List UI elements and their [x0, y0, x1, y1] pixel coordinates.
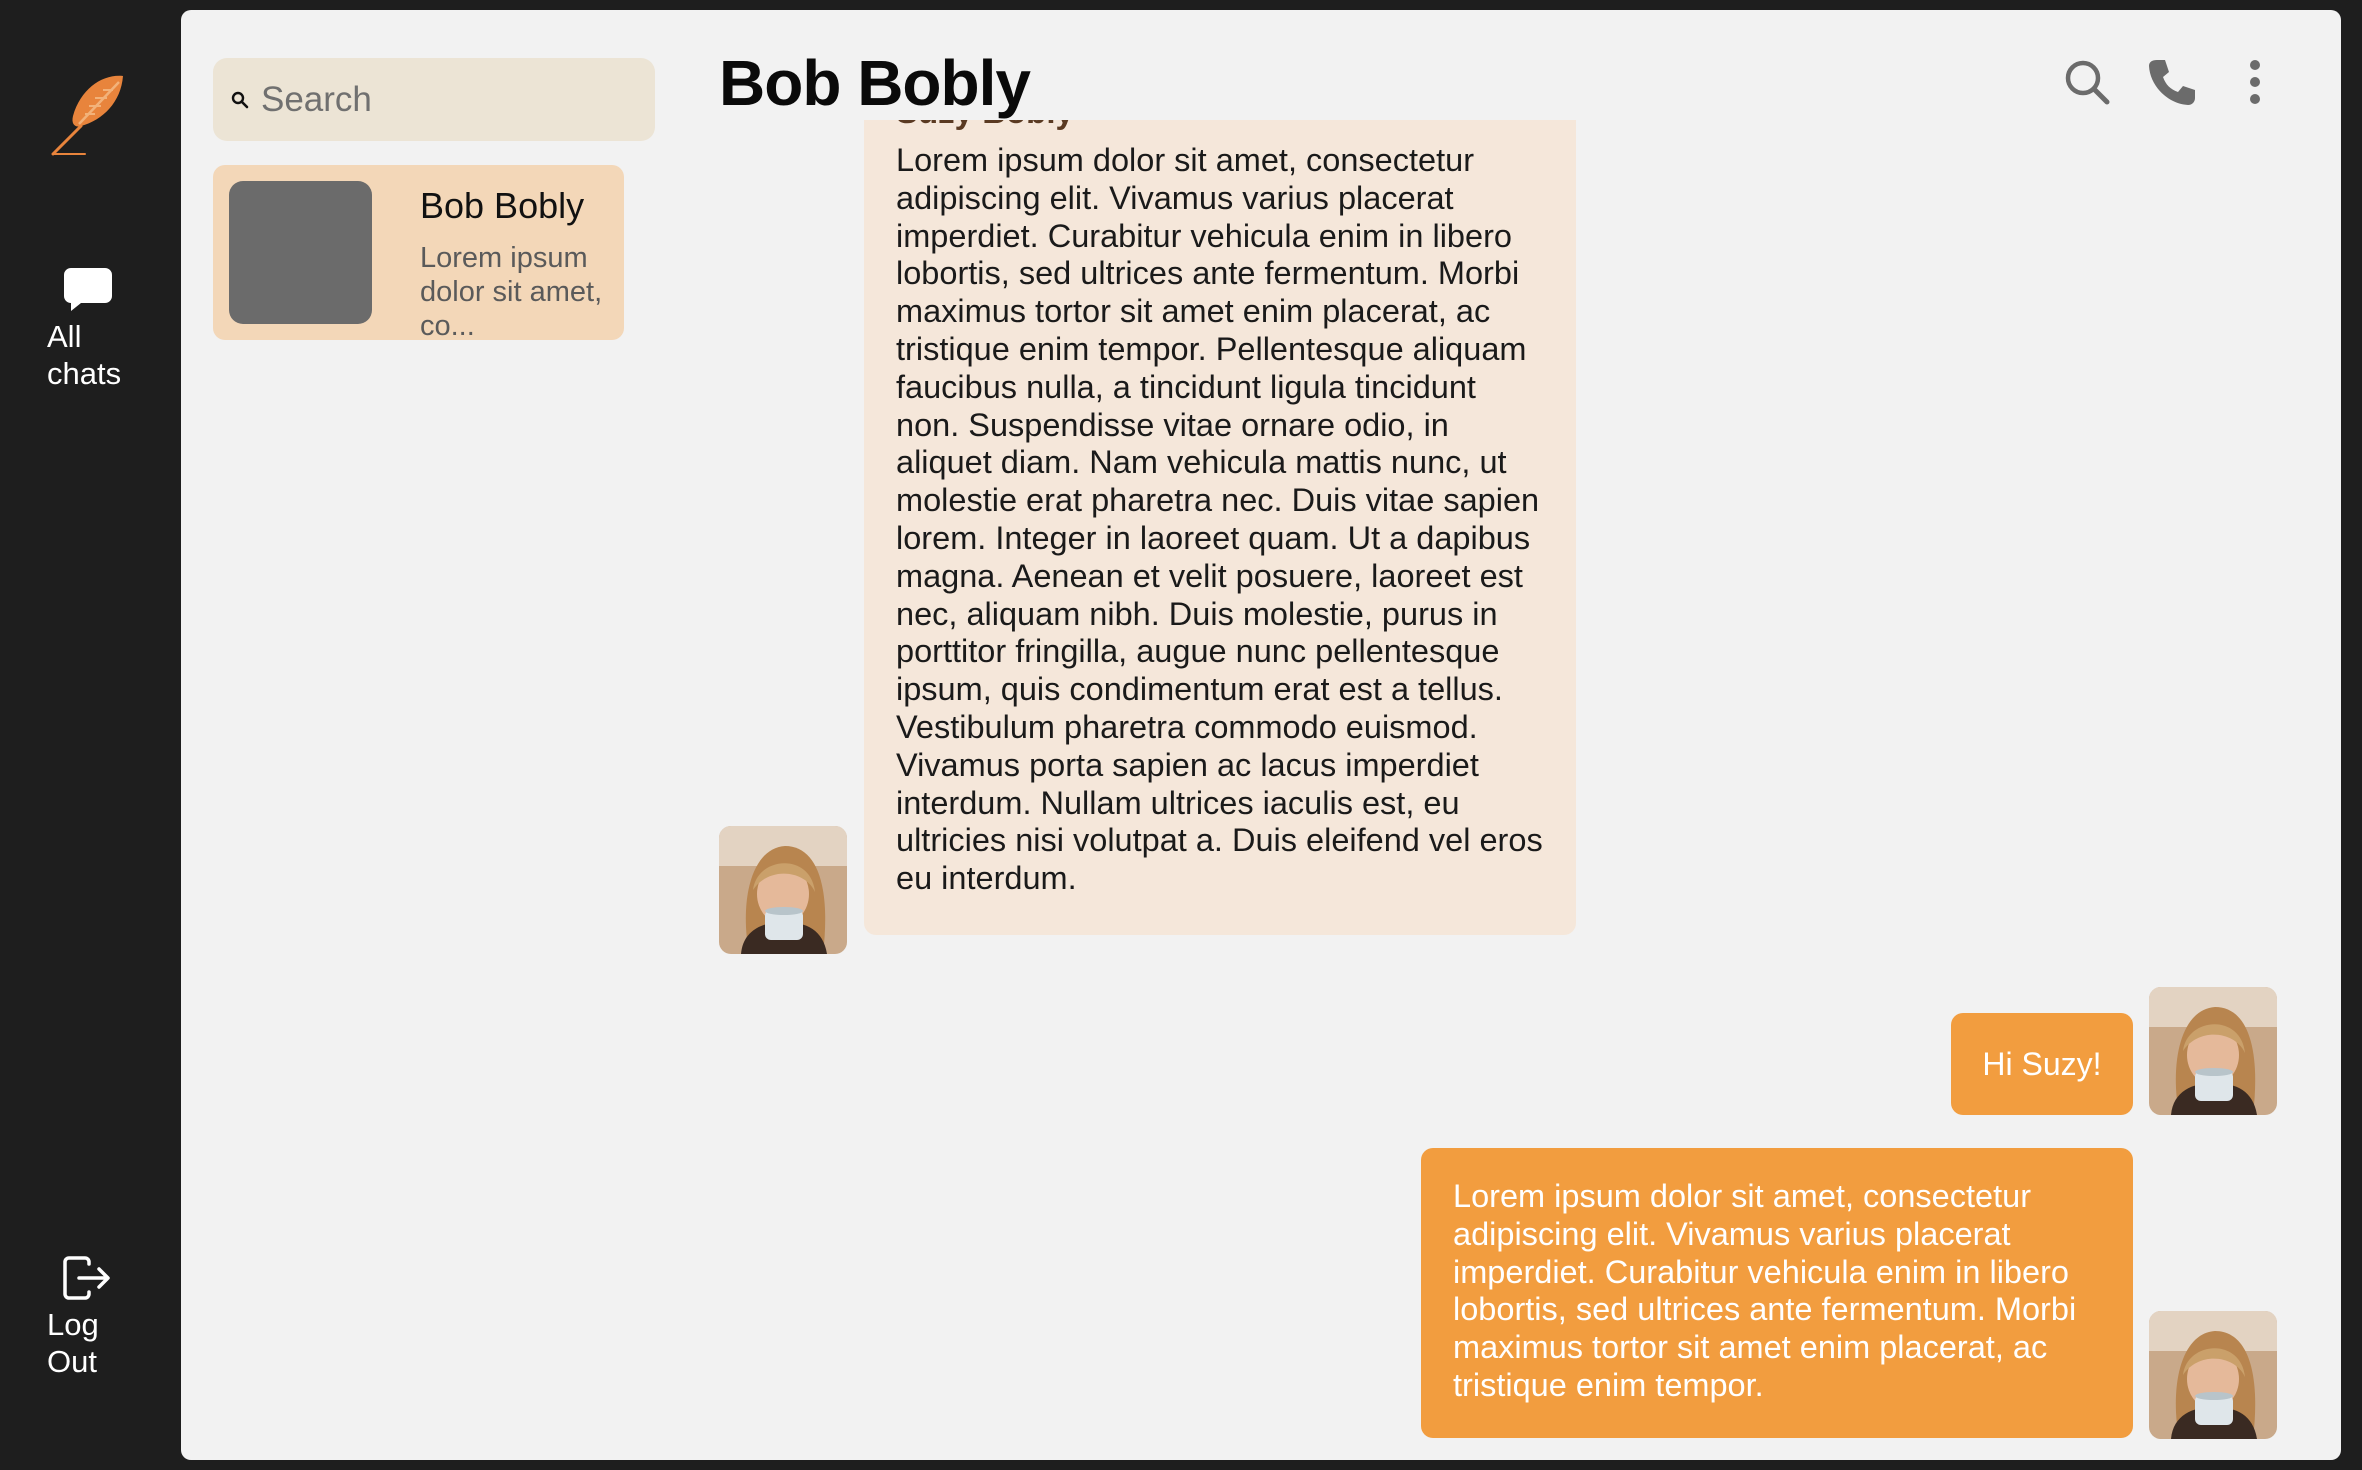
search-icon[interactable] [2059, 54, 2115, 110]
search-icon [231, 91, 249, 108]
avatar-photo [719, 826, 847, 954]
outgoing-message: Lorem ipsum dolor sit amet, consectetur … [1421, 1148, 2133, 1438]
chat-bubble-icon [64, 268, 112, 311]
feather-logo-icon [51, 75, 123, 156]
main-panel: Bob Bobly Lorem ipsum dolor sit amet, co… [181, 10, 2341, 1460]
incoming-message: Suzy Bobly Lorem ipsum dolor sit amet, c… [864, 120, 1576, 935]
message-sender: Suzy Bobly [896, 120, 1544, 132]
message-list[interactable]: Suzy Bobly Lorem ipsum dolor sit amet, c… [181, 120, 2341, 1460]
phone-icon[interactable] [2143, 54, 2199, 110]
avatar [2149, 987, 2277, 1115]
avatar-photo [2149, 987, 2277, 1115]
more-vertical-icon[interactable] [2227, 54, 2283, 110]
outgoing-message: Hi Suzy! [1951, 1013, 2133, 1115]
conversation-title: Bob Bobly [719, 47, 1031, 119]
nav-logout-label: Log Out [47, 1307, 99, 1379]
nav-rail: All chats Log Out [0, 0, 181, 1470]
avatar [2149, 1311, 2277, 1439]
nav-all-chats-label: All chats [47, 319, 122, 391]
message-text: Lorem ipsum dolor sit amet, consectetur … [896, 142, 1543, 897]
avatar-photo [2149, 1311, 2277, 1439]
nav-all-chats[interactable]: All chats [47, 266, 167, 392]
nav-logout[interactable]: Log Out [47, 1256, 167, 1380]
search-input[interactable] [261, 79, 621, 120]
avatar [719, 826, 847, 954]
logout-icon [63, 1256, 110, 1300]
